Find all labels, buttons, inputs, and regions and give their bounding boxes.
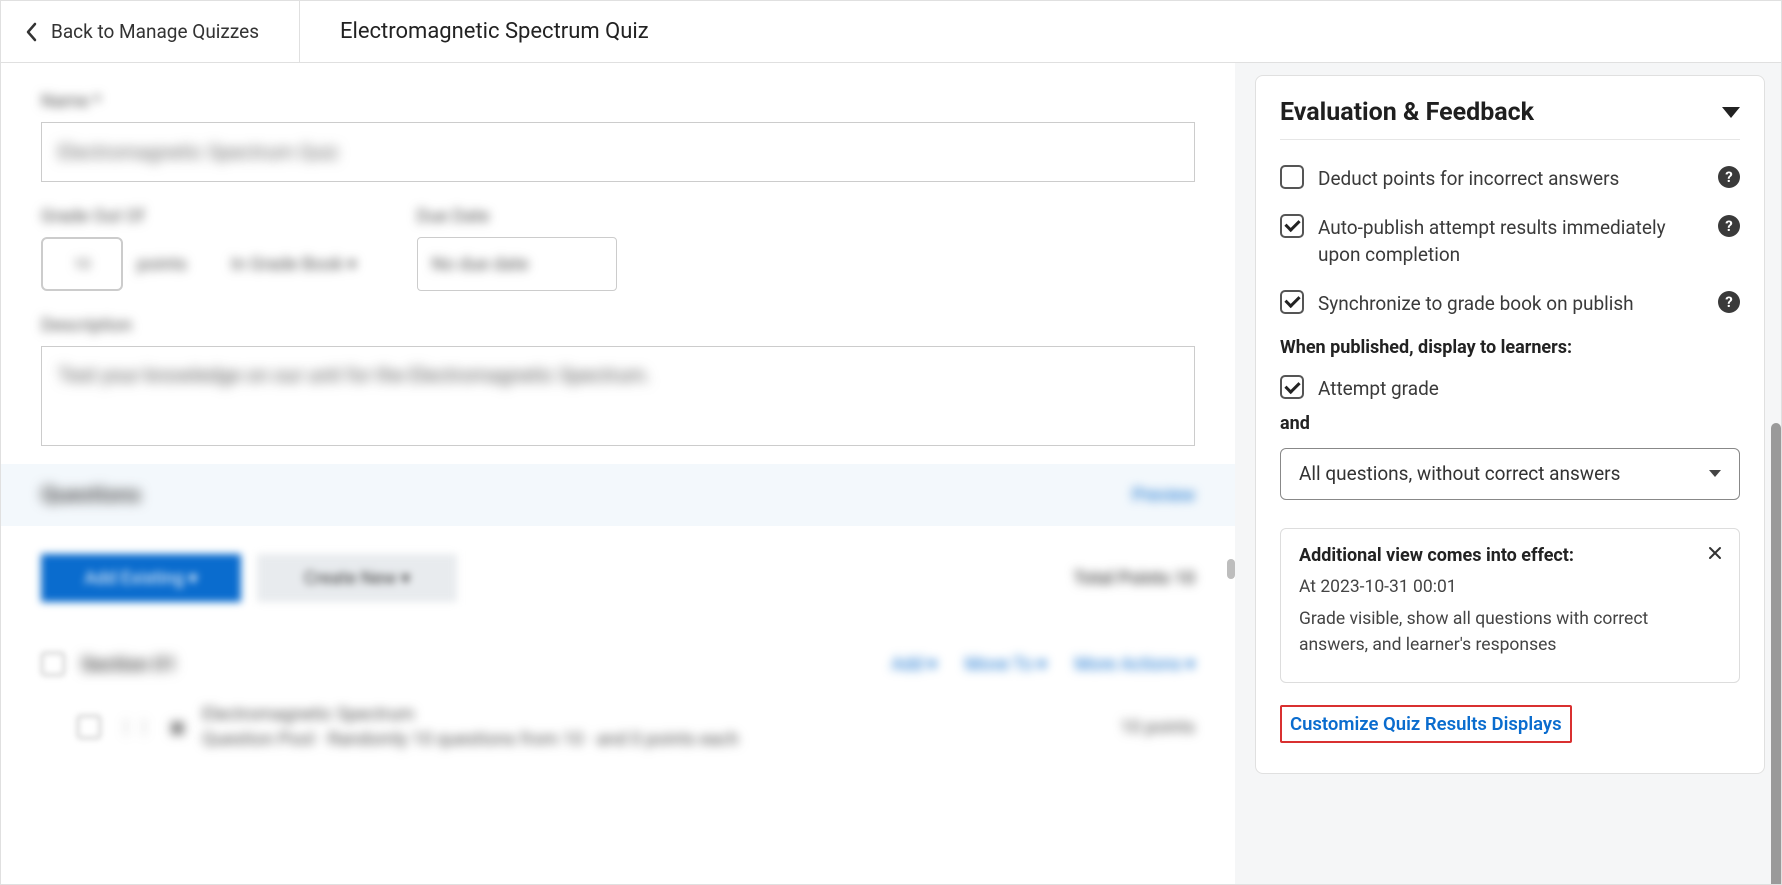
- due-label: Due Date: [417, 206, 617, 227]
- panel-title: Evaluation & Feedback: [1280, 98, 1534, 127]
- grade-group: Grade Out Of 10 points In Grade Book ▾: [41, 206, 357, 291]
- attempt-grade-label: Attempt grade: [1318, 374, 1740, 403]
- section-checkbox[interactable]: [41, 652, 65, 676]
- grade-suffix: points: [137, 254, 187, 275]
- grade-label: Grade Out Of: [41, 206, 357, 227]
- description-input[interactable]: Test your knowledge on our unit for the …: [41, 346, 1195, 446]
- auto-publish-checkbox[interactable]: [1280, 214, 1304, 238]
- grade-input[interactable]: 10: [41, 237, 123, 291]
- section-move-link[interactable]: Move To ▾: [965, 654, 1047, 675]
- pool-icon: ▣: [169, 717, 186, 738]
- due-date-input[interactable]: No due date: [417, 237, 617, 291]
- sync-gradebook-checkbox[interactable]: [1280, 290, 1304, 314]
- pool-text-col: Electromagnetic Spectrum Question Pool ·…: [202, 704, 739, 750]
- auto-publish-row: Auto-publish attempt results immediately…: [1280, 213, 1740, 269]
- preview-link[interactable]: Preview: [1132, 485, 1195, 506]
- grade-book-link[interactable]: In Grade Book ▾: [231, 254, 357, 275]
- due-group: Due Date No due date: [417, 206, 617, 291]
- collapse-caret-icon[interactable]: [1722, 107, 1740, 118]
- info-card-detail: Grade visible, show all questions with c…: [1299, 606, 1721, 659]
- panel-divider: [1280, 139, 1740, 140]
- chevron-down-icon: [1709, 470, 1721, 477]
- settings-sidebar: Evaluation & Feedback Deduct points for …: [1235, 63, 1781, 884]
- help-icon[interactable]: ?: [1718, 291, 1740, 313]
- sync-gradebook-label: Synchronize to grade book on publish: [1318, 289, 1704, 318]
- and-label: and: [1280, 413, 1740, 434]
- create-new-button[interactable]: Create New ▾: [257, 554, 457, 602]
- section-row-label: Section 01: [81, 652, 177, 676]
- evaluation-feedback-panel: Evaluation & Feedback Deduct points for …: [1255, 75, 1765, 774]
- right-scrollbar-thumb[interactable]: [1771, 423, 1781, 884]
- add-existing-button[interactable]: Add Existing ▾: [41, 554, 241, 602]
- page-title: Electromagnetic Spectrum Quiz: [300, 19, 649, 44]
- back-label: Back to Manage Quizzes: [51, 20, 259, 43]
- display-to-learners-heading: When published, display to learners:: [1280, 337, 1740, 358]
- left-scrollbar-thumb[interactable]: [1227, 559, 1235, 579]
- drag-handle-icon[interactable]: ⋮⋮: [117, 717, 153, 738]
- attempt-grade-row: Attempt grade: [1280, 374, 1740, 403]
- info-card-title: Additional view comes into effect:: [1299, 545, 1721, 566]
- question-buttons-row: Add Existing ▾ Create New ▾ Total Points…: [41, 554, 1195, 602]
- additional-view-card: Additional view comes into effect: At 20…: [1280, 528, 1740, 684]
- section-row: Section 01 Add ▾ Move To ▾ More Actions …: [41, 652, 1195, 676]
- section-row-actions: Add ▾ Move To ▾ More Actions ▾: [891, 654, 1195, 675]
- description-label: Description: [41, 315, 1195, 336]
- top-header: Back to Manage Quizzes Electromagnetic S…: [1, 1, 1781, 63]
- help-icon[interactable]: ?: [1718, 215, 1740, 237]
- pool-subtitle: Question Pool · Randomly 10 questions fr…: [202, 729, 739, 750]
- name-label: Name *: [41, 91, 1195, 112]
- chevron-left-icon: [25, 22, 37, 42]
- questions-section-bar: Questions Preview: [1, 464, 1235, 526]
- customize-quiz-results-link[interactable]: Customize Quiz Results Displays: [1290, 713, 1562, 735]
- help-icon[interactable]: ?: [1718, 166, 1740, 188]
- panel-title-row: Evaluation & Feedback: [1280, 98, 1740, 127]
- auto-publish-label: Auto-publish attempt results immediately…: [1318, 213, 1704, 269]
- section-more-link[interactable]: More Actions ▾: [1075, 654, 1195, 675]
- back-to-manage-quizzes-link[interactable]: Back to Manage Quizzes: [25, 1, 300, 62]
- main-row: Name * Electromagnetic Spectrum Quiz Gra…: [1, 63, 1781, 884]
- grade-due-row: Grade Out Of 10 points In Grade Book ▾ D…: [41, 206, 1195, 291]
- quiz-editor-pane: Name * Electromagnetic Spectrum Quiz Gra…: [1, 63, 1235, 884]
- pool-points: 10 points: [1120, 717, 1195, 738]
- question-pool-row: ⋮⋮ ▣ Electromagnetic Spectrum Question P…: [41, 704, 1195, 750]
- deduct-points-row: Deduct points for incorrect answers ?: [1280, 164, 1740, 193]
- section-add-link[interactable]: Add ▾: [891, 654, 937, 675]
- display-questions-select[interactable]: All questions, without correct answers: [1280, 448, 1740, 500]
- total-points-label: Total Points 10: [1074, 568, 1195, 589]
- deduct-points-label: Deduct points for incorrect answers: [1318, 164, 1704, 193]
- questions-heading: Questions: [41, 483, 141, 508]
- attempt-grade-checkbox[interactable]: [1280, 375, 1304, 399]
- close-icon[interactable]: [1705, 543, 1725, 563]
- sync-gradebook-row: Synchronize to grade book on publish ?: [1280, 289, 1740, 318]
- deduct-points-checkbox[interactable]: [1280, 165, 1304, 189]
- pool-title[interactable]: Electromagnetic Spectrum: [202, 704, 739, 725]
- name-input[interactable]: Electromagnetic Spectrum Quiz: [41, 122, 1195, 182]
- select-value: All questions, without correct answers: [1299, 462, 1620, 485]
- info-card-date: At 2023-10-31 00:01: [1299, 574, 1721, 600]
- app-frame: Back to Manage Quizzes Electromagnetic S…: [0, 0, 1782, 885]
- customize-link-highlight: Customize Quiz Results Displays: [1280, 705, 1572, 743]
- pool-checkbox[interactable]: [77, 715, 101, 739]
